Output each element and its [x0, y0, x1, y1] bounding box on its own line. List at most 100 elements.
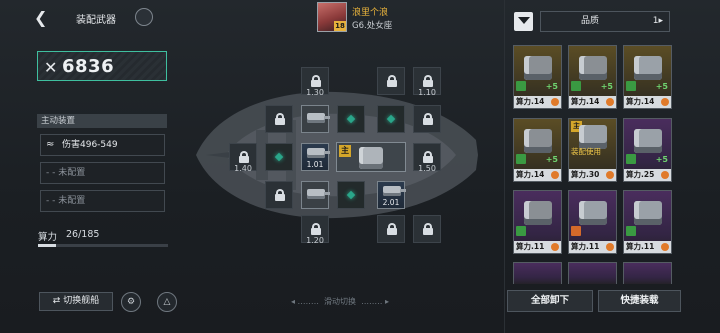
upgrade-icon: [516, 226, 526, 236]
lock-icon: [311, 75, 321, 87]
active-slot-1-label: 伤害496-549: [62, 140, 118, 150]
combat-power-value: 6836: [62, 56, 115, 77]
inventory-card-partial[interactable]: [623, 262, 672, 284]
empty-slot[interactable]: [377, 105, 405, 133]
player-rank: G6.处女座: [352, 21, 393, 31]
active-slot-2-label: - - 未配置: [46, 168, 86, 178]
slot-cost: 1.50: [418, 164, 436, 173]
equip-weapon-screen: ❮ 装配武器 18 浪里个浪 G6.处女座 ✕ 6836 主动装置 ≈ 伤害496…: [0, 0, 720, 333]
empty-slot[interactable]: [337, 105, 365, 133]
card-plus: +5: [655, 155, 668, 164]
active-slot-1[interactable]: ≈ 伤害496-549: [40, 134, 165, 156]
compute-bar-fill: [38, 244, 57, 247]
slot-cost: 2.01: [382, 198, 400, 207]
card-plus: +5: [655, 82, 668, 91]
active-slot-3[interactable]: - - 未配置: [40, 190, 165, 212]
inventory-card[interactable]: +5 算力.14: [568, 45, 617, 109]
category-dot-icon: [551, 98, 559, 106]
weapon-icon: [524, 201, 552, 225]
player-avatar[interactable]: 18: [317, 2, 347, 32]
slot-cost: 1.40: [234, 164, 252, 173]
inventory-card[interactable]: 主 装配使用 算力.30: [568, 118, 617, 182]
player-level-badge: 18: [334, 21, 346, 31]
switch-ship-button[interactable]: ⇄ 切换舰船: [39, 292, 113, 311]
weapon-icon: [634, 56, 662, 80]
cannon-icon: [383, 186, 406, 196]
category-dot-icon: [661, 243, 669, 251]
main-weapon-slot[interactable]: 主: [336, 142, 406, 172]
active-slot-3-label: - - 未配置: [46, 196, 86, 206]
edit-icon[interactable]: [135, 8, 153, 26]
unequip-all-button[interactable]: 全部卸下: [507, 290, 593, 312]
cannon-icon: [307, 148, 330, 158]
slot-cost: 1.20: [306, 236, 324, 245]
category-dot-icon: [661, 98, 669, 106]
upgrade-icon: [626, 226, 636, 236]
locked-slot[interactable]: [265, 105, 293, 133]
lock-icon: [387, 223, 397, 235]
card-plus: +5: [545, 82, 558, 91]
turret-icon: [634, 129, 662, 153]
fleet-icon[interactable]: △: [157, 292, 177, 312]
lock-icon: [423, 151, 433, 163]
locked-slot[interactable]: [265, 181, 293, 209]
equipped-weapon-slot[interactable]: 1.01: [301, 143, 330, 171]
inventory-card[interactable]: 算力.11: [568, 190, 617, 254]
crossed-swords-icon: ✕: [44, 58, 58, 77]
inventory-card[interactable]: +5 算力.14: [513, 45, 562, 109]
equipped-weapon-slot[interactable]: [301, 105, 330, 133]
slot-cost: 1.10: [418, 88, 436, 97]
equipped-weapon-slot[interactable]: 2.01: [377, 181, 406, 209]
empty-slot[interactable]: [265, 143, 293, 171]
inventory-card[interactable]: +5 算力.14: [513, 118, 562, 182]
quick-equip-button[interactable]: 快捷装载: [598, 290, 681, 312]
upgrade-icon: [626, 81, 636, 91]
locked-slot[interactable]: [413, 105, 441, 133]
switch-ship-label: 切换舰船: [63, 296, 100, 306]
weapon-icon: [579, 56, 607, 80]
lock-icon: [423, 223, 433, 235]
inventory-card[interactable]: 算力.11: [513, 190, 562, 254]
locked-slot[interactable]: [377, 215, 405, 243]
slot-cost: 1.30: [306, 88, 324, 97]
category-dot-icon: [551, 243, 559, 251]
category-dot-icon: [551, 171, 559, 179]
page-title: 装配武器: [76, 15, 116, 26]
upgrade-icon: [571, 81, 581, 91]
lock-icon: [275, 189, 285, 201]
inventory-card[interactable]: +5 算力.25: [623, 118, 672, 182]
player-name: 浪里个浪: [352, 8, 389, 18]
equipped-weapon-slot[interactable]: [301, 181, 330, 209]
active-slot-2[interactable]: - - 未配置: [40, 162, 165, 184]
lock-icon: [275, 113, 285, 125]
back-button[interactable]: ❮: [34, 9, 54, 27]
sort-select-label: 品质: [581, 16, 600, 26]
compute-label: 算力: [38, 232, 58, 243]
category-dot-icon: [606, 98, 614, 106]
locked-slot[interactable]: [377, 67, 405, 95]
locked-slot[interactable]: [413, 215, 441, 243]
filter-icon[interactable]: [514, 12, 533, 31]
sort-select[interactable]: 品质 1▸: [540, 11, 670, 32]
weapon-icon: [524, 56, 552, 80]
panel-divider: [504, 0, 505, 333]
category-dot-icon: [606, 171, 614, 179]
inventory-card[interactable]: +5 算力.14: [623, 45, 672, 109]
inventory-card-partial[interactable]: [568, 262, 617, 284]
fire-icon: [571, 226, 581, 236]
compute-value: 26/185: [66, 229, 100, 240]
formation-icon[interactable]: ⚙: [121, 292, 141, 312]
lock-icon: [387, 75, 397, 87]
category-dot-icon: [661, 171, 669, 179]
upgrade-icon: [626, 154, 636, 164]
inventory-card-partial[interactable]: [513, 262, 562, 284]
empty-slot[interactable]: [337, 181, 365, 209]
inventory-card[interactable]: 算力.11: [623, 190, 672, 254]
cannon-icon: [307, 189, 330, 199]
turret-icon: [579, 201, 607, 225]
upgrade-icon: [516, 81, 526, 91]
lock-icon: [423, 113, 433, 125]
cannon-icon: [307, 113, 330, 123]
slot-cost: 1.01: [306, 160, 324, 169]
upgrade-icon: [516, 154, 526, 164]
